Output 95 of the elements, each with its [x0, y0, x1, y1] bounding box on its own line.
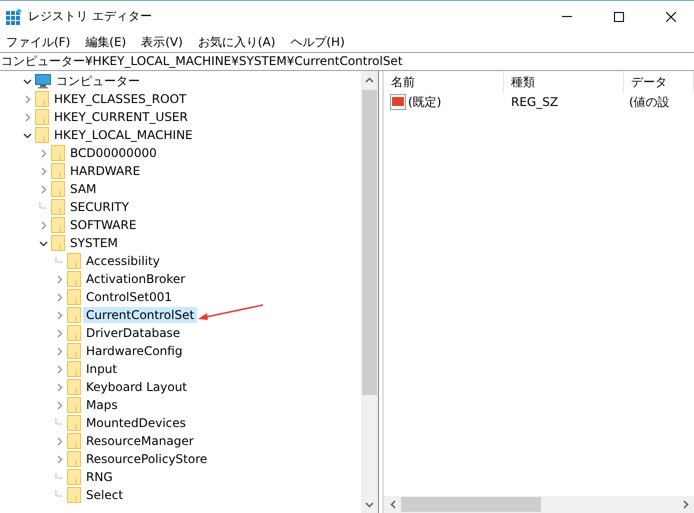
- tree-item[interactable]: ActivationBroker: [83, 271, 188, 287]
- chevron-down-icon[interactable]: [38, 238, 48, 248]
- folder-icon: [35, 109, 49, 125]
- close-icon: [666, 12, 676, 22]
- tree-item[interactable]: SAM: [67, 181, 100, 197]
- column-header[interactable]: 名前: [384, 71, 504, 93]
- scroll-down-icon[interactable]: [365, 502, 374, 508]
- folder-icon: [67, 253, 81, 269]
- folder-icon: [67, 307, 81, 323]
- tree-item[interactable]: HKEY_CLASSES_ROOT: [51, 91, 190, 107]
- chevron-down-icon[interactable]: [22, 130, 32, 140]
- column-header[interactable]: データ: [624, 71, 694, 93]
- folder-icon: [67, 379, 81, 395]
- string-value-icon: [390, 94, 406, 110]
- tree-item[interactable]: HardwareConfig: [83, 343, 186, 359]
- tree-item[interactable]: コンピューター: [53, 72, 143, 90]
- tree-item[interactable]: BCD00000000: [67, 145, 160, 161]
- tree-item[interactable]: CurrentControlSet: [83, 307, 198, 323]
- chevron-right-icon[interactable]: [54, 436, 64, 446]
- chevron-right-icon[interactable]: [54, 364, 64, 374]
- chevron-right-icon[interactable]: [22, 94, 32, 104]
- tree-item[interactable]: SECURITY: [67, 199, 132, 215]
- chevron-right-icon[interactable]: [54, 310, 64, 320]
- chevron-right-icon[interactable]: [54, 328, 64, 338]
- chevron-right-icon[interactable]: [54, 274, 64, 284]
- tree-item[interactable]: ControlSet001: [83, 289, 175, 305]
- tree-item[interactable]: Input: [83, 361, 120, 377]
- tree-item[interactable]: RNG: [83, 469, 116, 485]
- folder-icon: [67, 451, 81, 467]
- scroll-left-icon[interactable]: [390, 500, 396, 509]
- tree-item[interactable]: MountedDevices: [83, 415, 189, 431]
- folder-icon: [67, 487, 81, 503]
- folder-icon: [67, 415, 81, 431]
- menu-item[interactable]: 表示(V): [137, 34, 187, 50]
- value-type: REG_SZ: [510, 95, 560, 109]
- tree-connector-icon: [54, 418, 64, 428]
- minimize-icon: [562, 16, 572, 17]
- vertical-scrollbar[interactable]: [361, 71, 378, 513]
- tree-item[interactable]: SOFTWARE: [67, 217, 140, 233]
- menu-item[interactable]: 編集(E): [81, 34, 130, 50]
- maximize-icon: [614, 12, 624, 22]
- chevron-right-icon[interactable]: [54, 382, 64, 392]
- folder-icon: [67, 325, 81, 341]
- folder-icon: [51, 145, 65, 161]
- tree-item[interactable]: HKEY_CURRENT_USER: [51, 109, 191, 125]
- folder-icon: [51, 217, 65, 233]
- folder-icon: [35, 91, 49, 107]
- tree-item[interactable]: Accessibility: [83, 253, 163, 269]
- chevron-right-icon[interactable]: [38, 184, 48, 194]
- chevron-down-icon[interactable]: [22, 76, 32, 86]
- registry-editor-icon: [6, 8, 22, 24]
- scroll-right-icon[interactable]: [682, 500, 688, 509]
- folder-icon: [67, 397, 81, 413]
- value-name[interactable]: (既定): [384, 94, 504, 110]
- menu-item[interactable]: ファイル(F): [2, 34, 74, 50]
- tree-item[interactable]: HARDWARE: [67, 163, 144, 179]
- value-data: (値の設: [628, 94, 671, 110]
- folder-icon: [67, 271, 81, 287]
- chevron-right-icon[interactable]: [54, 400, 64, 410]
- chevron-right-icon[interactable]: [38, 148, 48, 158]
- folder-icon: [67, 361, 81, 377]
- chevron-right-icon[interactable]: [54, 454, 64, 464]
- folder-icon: [35, 127, 49, 143]
- chevron-right-icon[interactable]: [38, 220, 48, 230]
- scroll-up-icon[interactable]: [365, 76, 374, 82]
- folder-icon: [51, 163, 65, 179]
- menu-item[interactable]: お気に入り(A): [194, 34, 280, 50]
- folder-icon: [67, 343, 81, 359]
- folder-icon: [51, 199, 65, 215]
- tree-connector-icon: [54, 256, 64, 266]
- tree-item[interactable]: Select: [83, 487, 126, 503]
- horizontal-scrollbar[interactable]: [384, 496, 694, 513]
- folder-icon: [51, 235, 65, 251]
- tree-item[interactable]: Keyboard Layout: [83, 379, 190, 395]
- tree-item[interactable]: ResourcePolicyStore: [83, 451, 210, 467]
- folder-icon: [67, 469, 81, 485]
- computer-icon: [35, 74, 51, 88]
- chevron-right-icon[interactable]: [38, 166, 48, 176]
- folder-icon: [51, 181, 65, 197]
- menu-item[interactable]: ヘルプ(H): [286, 34, 349, 50]
- column-header[interactable]: 種類: [504, 71, 624, 93]
- folder-icon: [67, 289, 81, 305]
- tree-item[interactable]: DriverDatabase: [83, 325, 184, 341]
- tree-item[interactable]: Maps: [83, 397, 121, 413]
- chevron-right-icon[interactable]: [22, 112, 32, 122]
- tree-item[interactable]: HKEY_LOCAL_MACHINE: [51, 127, 196, 143]
- annotation-arrow: [198, 304, 264, 322]
- tree-item[interactable]: ResourceManager: [83, 433, 197, 449]
- address-bar[interactable]: コンピューター¥HKEY_LOCAL_MACHINE¥SYSTEM¥CurrentControlSet: [0, 52, 694, 71]
- tree-connector-icon: [38, 202, 48, 212]
- folder-icon: [67, 433, 81, 449]
- chevron-right-icon[interactable]: [54, 346, 64, 356]
- window-title: レジストリ エディター: [28, 8, 153, 25]
- chevron-right-icon[interactable]: [54, 292, 64, 302]
- tree-item[interactable]: SYSTEM: [67, 235, 121, 251]
